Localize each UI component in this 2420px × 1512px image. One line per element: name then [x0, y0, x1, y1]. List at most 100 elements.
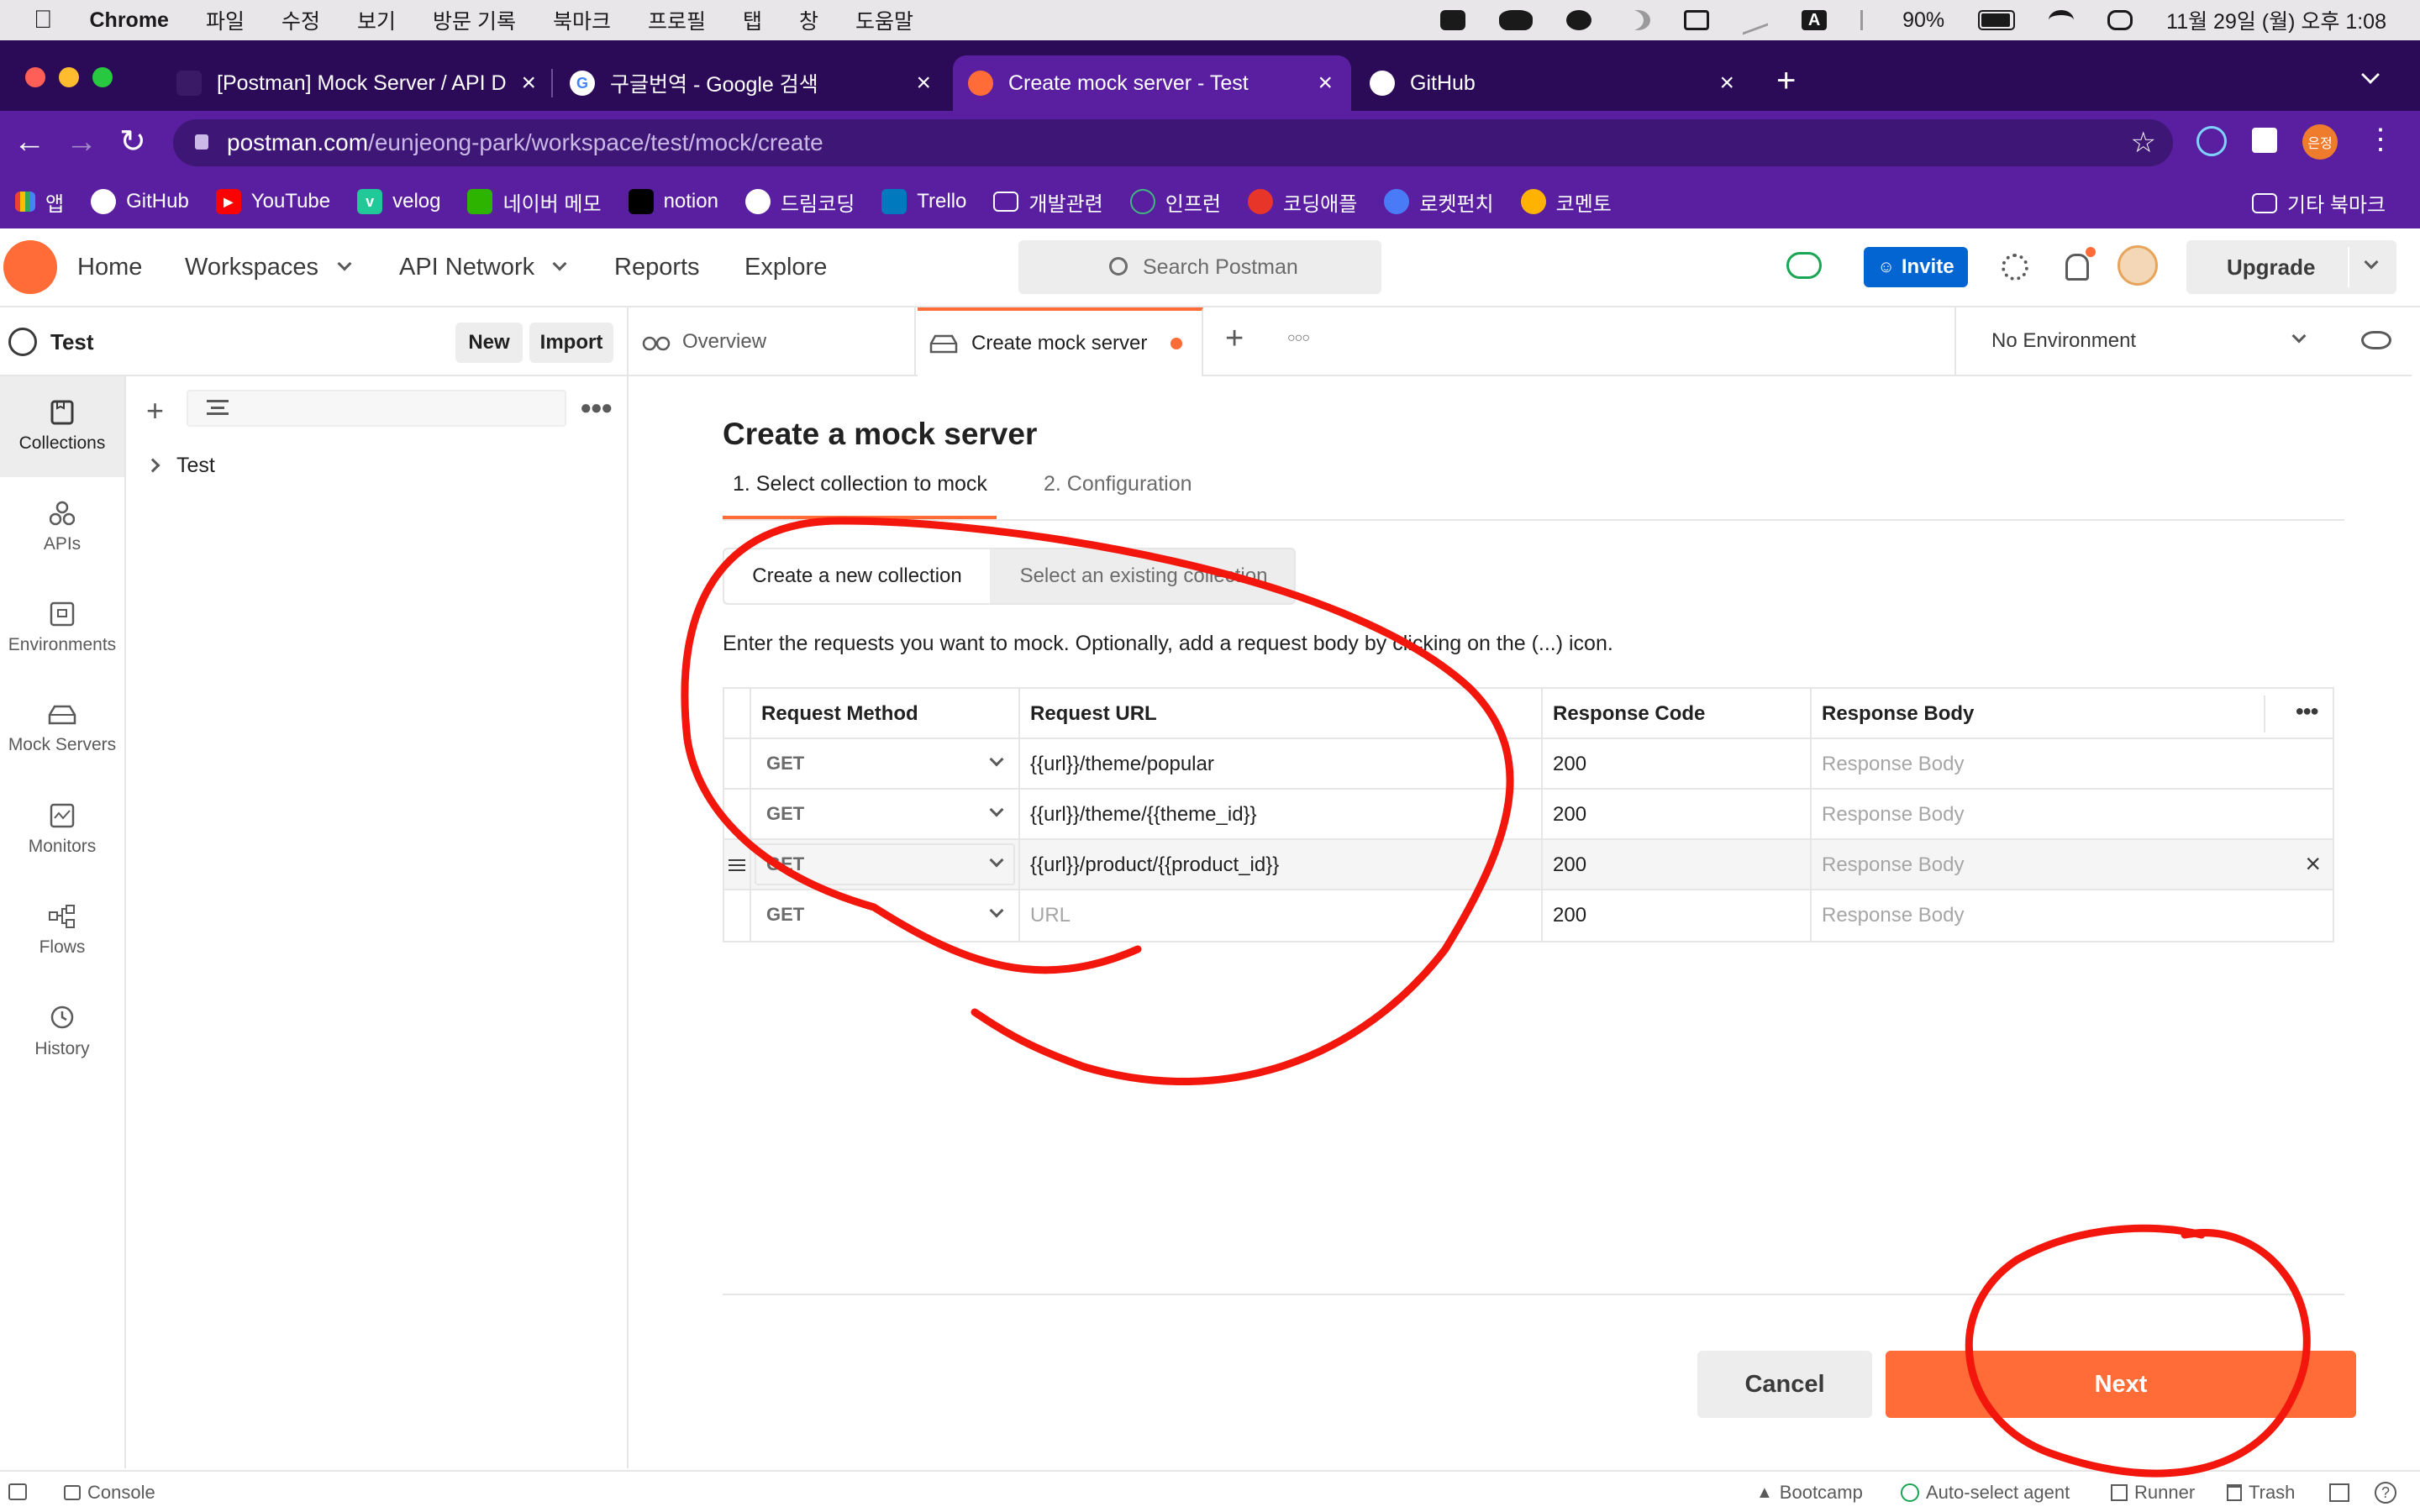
close-tab-icon[interactable]: ×: [521, 69, 536, 97]
input-source-icon[interactable]: A: [1802, 10, 1828, 30]
new-button[interactable]: New: [455, 323, 523, 363]
bookmark-folder-dev[interactable]: 개발관련: [993, 187, 1103, 217]
wifi-icon[interactable]: [2049, 10, 2075, 30]
rail-monitors[interactable]: Monitors: [0, 780, 124, 880]
minimize-window-button[interactable]: [59, 67, 79, 87]
rail-flows[interactable]: Flows: [0, 880, 124, 981]
response-code-input[interactable]: 200: [1543, 840, 1812, 890]
tab-options-icon[interactable]: ○○○: [1287, 331, 1310, 346]
notifications-bell-icon[interactable]: [2065, 254, 2089, 281]
menu-profiles[interactable]: 프로필: [648, 5, 706, 35]
nav-reports[interactable]: Reports: [614, 254, 700, 281]
battery-icon[interactable]: [1978, 10, 2016, 30]
close-tab-icon[interactable]: ×: [916, 69, 931, 97]
delete-row-icon[interactable]: ×: [2305, 848, 2321, 879]
response-code-input[interactable]: 200: [1543, 890, 1812, 941]
close-window-button[interactable]: [25, 67, 45, 87]
new-tab-button[interactable]: +: [1776, 62, 1796, 100]
rail-collections[interactable]: Collections: [0, 376, 124, 477]
rail-history[interactable]: History: [0, 981, 124, 1082]
rail-apis[interactable]: APIs: [0, 477, 124, 578]
sync-cloud-icon[interactable]: [1786, 252, 1822, 279]
bookmark-rocketpunch[interactable]: 로켓펀치: [1384, 187, 1494, 217]
chevron-right-icon[interactable]: [145, 458, 160, 473]
control-center-icon[interactable]: [2107, 10, 2133, 30]
browser-tab-github[interactable]: GitHub ×: [1355, 55, 1753, 111]
url-input[interactable]: {{url}}/theme/popular: [1020, 739, 1543, 790]
method-select[interactable]: GET: [755, 793, 1015, 835]
extensions-icon[interactable]: [2252, 128, 2277, 153]
nav-api-network[interactable]: API Network: [399, 254, 534, 281]
chevron-down-icon[interactable]: [2364, 255, 2379, 270]
bookmark-inflearn[interactable]: 인프런: [1129, 187, 1221, 217]
reload-icon[interactable]: ↻: [119, 123, 146, 160]
zoom-icon[interactable]: [1440, 10, 1466, 30]
table-options-icon[interactable]: ●●●: [2295, 702, 2319, 720]
bookmark-youtube[interactable]: ▶ YouTube: [215, 189, 330, 214]
postman-logo[interactable]: [3, 240, 57, 294]
bookmark-dreamcoding[interactable]: 드림코딩: [744, 187, 855, 217]
response-body-input[interactable]: Response Body: [1812, 890, 2333, 941]
browser-tab-postman-docs[interactable]: [Postman] Mock Server / API D ×: [143, 55, 555, 111]
browser-tab-create-mock[interactable]: Create mock server - Test ×: [953, 55, 1351, 111]
environment-selector[interactable]: No Environment: [1954, 307, 2412, 376]
tab-overview[interactable]: Overview: [629, 307, 916, 376]
console-button[interactable]: Console: [64, 1482, 155, 1504]
settings-gear-icon[interactable]: [2002, 254, 2028, 281]
address-bar[interactable]: postman.com /eunjeong-park/workspace/tes…: [173, 119, 2173, 166]
bookmark-star-icon[interactable]: ☆: [2131, 126, 2156, 160]
method-select[interactable]: GET: [755, 843, 1015, 885]
bookmark-apps[interactable]: 앱: [15, 187, 64, 217]
environment-quick-look-eye-icon[interactable]: [2361, 331, 2391, 349]
two-pane-layout-icon[interactable]: [2329, 1483, 2349, 1502]
response-code-input[interactable]: 200: [1543, 790, 1812, 840]
browser-tab-google[interactable]: G 구글번역 - Google 검색 ×: [555, 55, 950, 111]
nav-home[interactable]: Home: [77, 254, 142, 281]
user-avatar[interactable]: [2118, 245, 2158, 286]
toggle-sidebar-icon[interactable]: [8, 1483, 27, 1500]
menu-edit[interactable]: 수정: [281, 5, 320, 35]
bookmark-github[interactable]: GitHub: [91, 189, 189, 214]
maximize-window-button[interactable]: [92, 67, 113, 87]
create-new-collection-option[interactable]: Create a new collection: [724, 549, 990, 603]
tab-search-icon[interactable]: [2361, 66, 2380, 84]
menu-window[interactable]: 창: [799, 5, 818, 35]
runner-button[interactable]: Runner: [2111, 1482, 2195, 1504]
display-icon[interactable]: [1684, 10, 1710, 30]
step-select-collection[interactable]: 1. Select collection to mock: [733, 472, 987, 496]
menu-history[interactable]: 방문 기록: [433, 5, 516, 35]
close-tab-icon[interactable]: ×: [1318, 69, 1333, 97]
apple-icon[interactable]: : [34, 6, 53, 34]
nav-workspaces[interactable]: Workspaces: [185, 254, 318, 281]
menu-file[interactable]: 파일: [206, 5, 245, 35]
bookmark-velog[interactable]: v velog: [357, 189, 440, 214]
response-body-input[interactable]: Response Body: [1812, 739, 2333, 790]
rail-mock-servers[interactable]: Mock Servers: [0, 679, 124, 780]
profile-avatar[interactable]: 은정: [2302, 124, 2338, 160]
bootcamp-button[interactable]: ▲ Bootcamp: [1756, 1482, 1863, 1504]
new-tab-plus-icon[interactable]: +: [1225, 321, 1244, 357]
menu-bookmarks[interactable]: 북마크: [553, 5, 611, 35]
cancel-button[interactable]: Cancel: [1697, 1351, 1872, 1418]
collection-item[interactable]: Test: [126, 447, 627, 484]
menu-view[interactable]: 보기: [357, 5, 396, 35]
auto-select-agent-button[interactable]: Auto-select agent: [1901, 1482, 2070, 1504]
bluetooth-off-icon[interactable]: [1860, 10, 1869, 30]
back-icon[interactable]: ←: [13, 124, 45, 160]
cat-icon[interactable]: [1499, 10, 1534, 30]
url-input[interactable]: {{url}}/theme/{{theme_id}}: [1020, 790, 1543, 840]
help-icon[interactable]: ?: [2375, 1482, 2396, 1504]
next-button[interactable]: Next: [1886, 1351, 2356, 1418]
nav-explore[interactable]: Explore: [744, 254, 827, 281]
close-tab-icon[interactable]: ×: [1719, 69, 1734, 97]
response-code-input[interactable]: 200: [1543, 739, 1812, 790]
filter-collections-input[interactable]: [187, 390, 566, 427]
invite-button[interactable]: ☺ Invite: [1864, 247, 1968, 287]
bookmark-notion[interactable]: notion: [628, 189, 718, 214]
chat-icon[interactable]: [1566, 10, 1592, 30]
react-devtools-icon[interactable]: [2196, 126, 2227, 156]
upgrade-button[interactable]: Upgrade: [2186, 240, 2396, 294]
drag-handle-icon[interactable]: [729, 859, 745, 871]
bookmark-comento[interactable]: 코멘토: [1520, 187, 1612, 217]
response-body-input[interactable]: Response Body: [1812, 790, 2333, 840]
